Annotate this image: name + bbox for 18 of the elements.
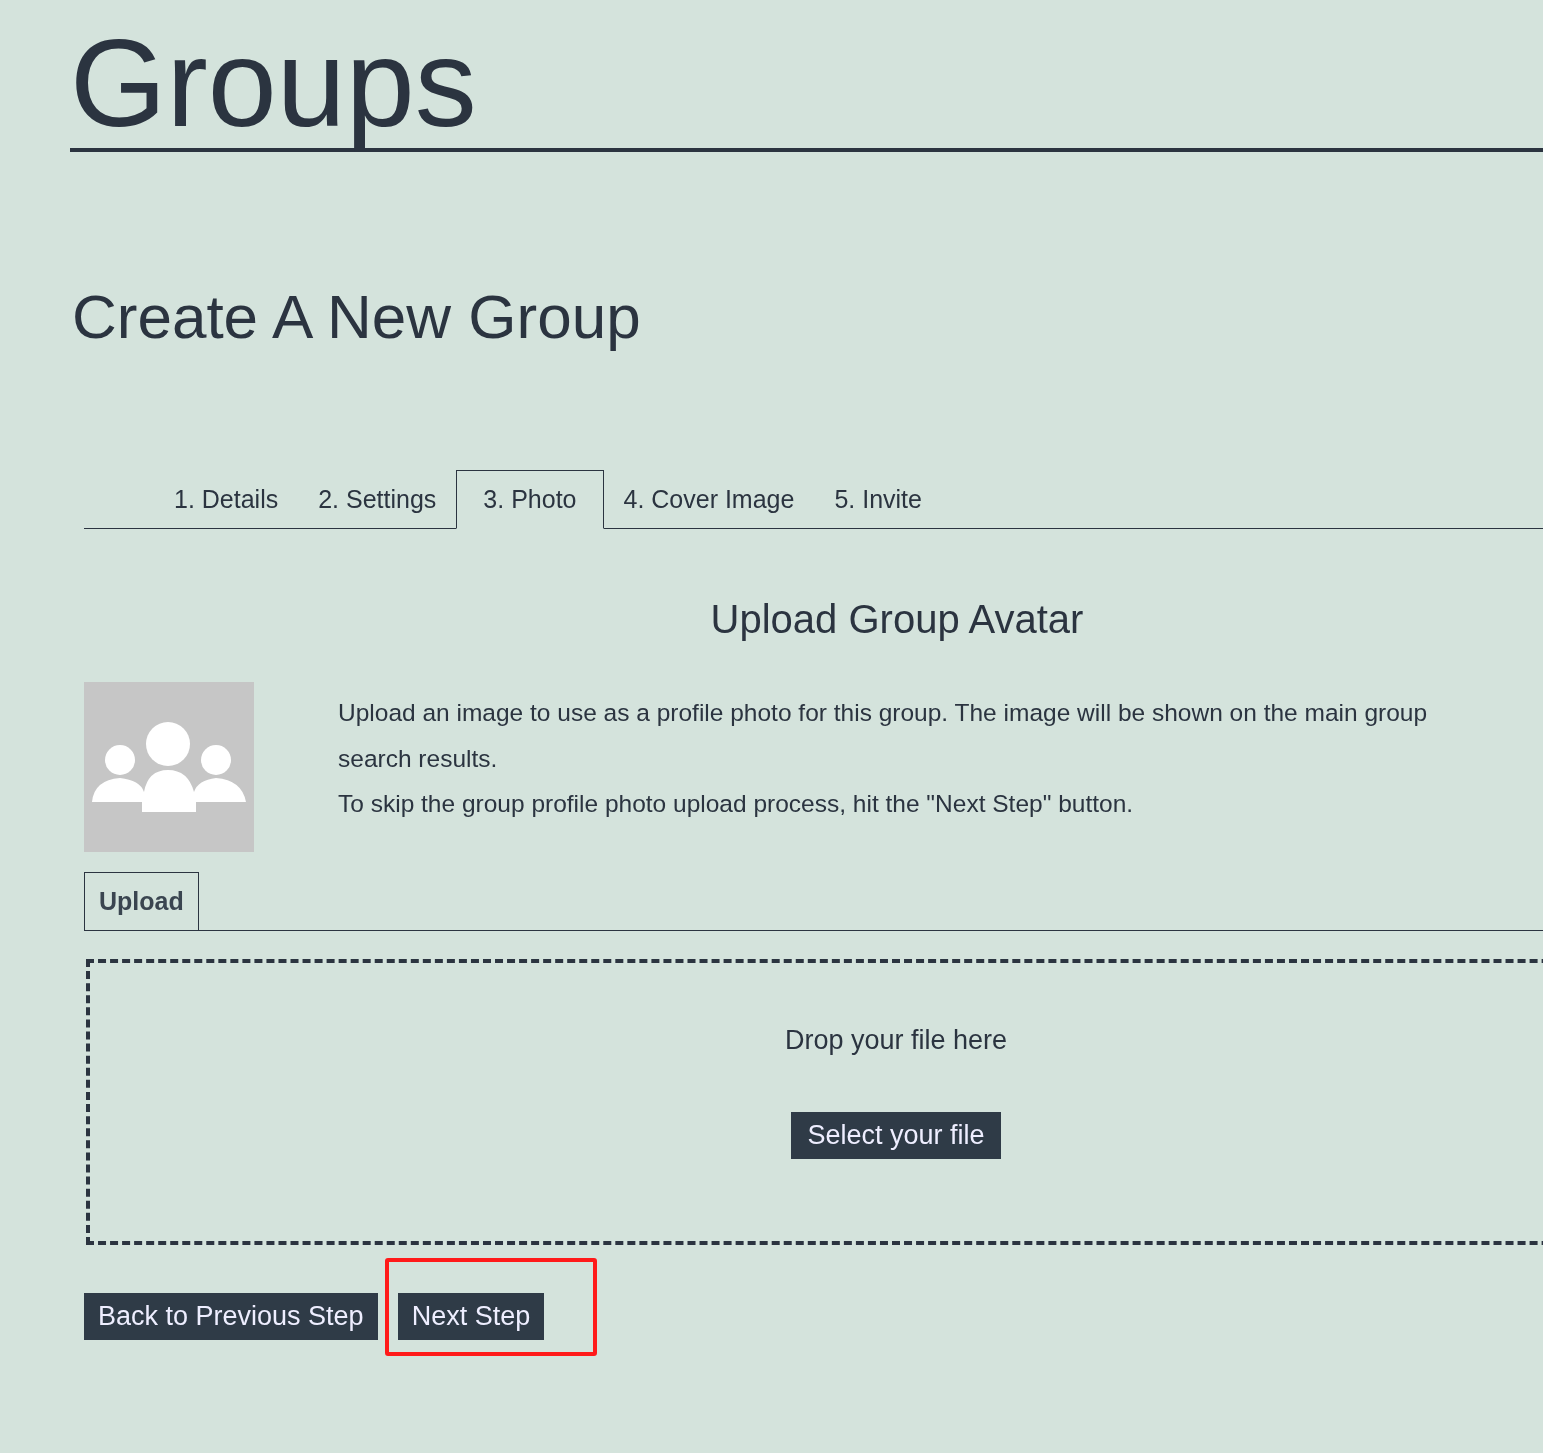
page-title: Create A New Group	[72, 282, 642, 352]
step-tab[interactable]: 3. Photo	[456, 470, 604, 529]
description-text: search results.	[338, 743, 499, 774]
select-file-button[interactable]: Select your file	[791, 1112, 1001, 1159]
step-button[interactable]: Next Step	[397, 1293, 545, 1340]
section-title: Upload Group Avatar	[709, 597, 1085, 642]
step-button[interactable]: Back to Previous Step	[84, 1293, 378, 1340]
description-text: Upload an image to use as a profile photo for this group. The image will be shown on the main group	[338, 698, 1428, 728]
description-text: To skip the group profile photo upload process, hit the "Next Step" button.	[338, 789, 1135, 819]
drop-zone[interactable]: Drop your file here Select your file	[86, 959, 1543, 1245]
upload-tab[interactable]: Upload	[84, 872, 199, 930]
step-tab[interactable]: 5. Invite	[814, 473, 942, 528]
drop-hint: Drop your file here	[784, 1025, 1008, 1056]
group-avatar-icon	[84, 682, 254, 852]
site-title: Groups	[70, 0, 1543, 152]
step-tab[interactable]: 2. Settings	[298, 473, 457, 528]
step-tab[interactable]: 1. Details	[154, 473, 299, 528]
step-tab[interactable]: 4. Cover Image	[603, 473, 815, 528]
